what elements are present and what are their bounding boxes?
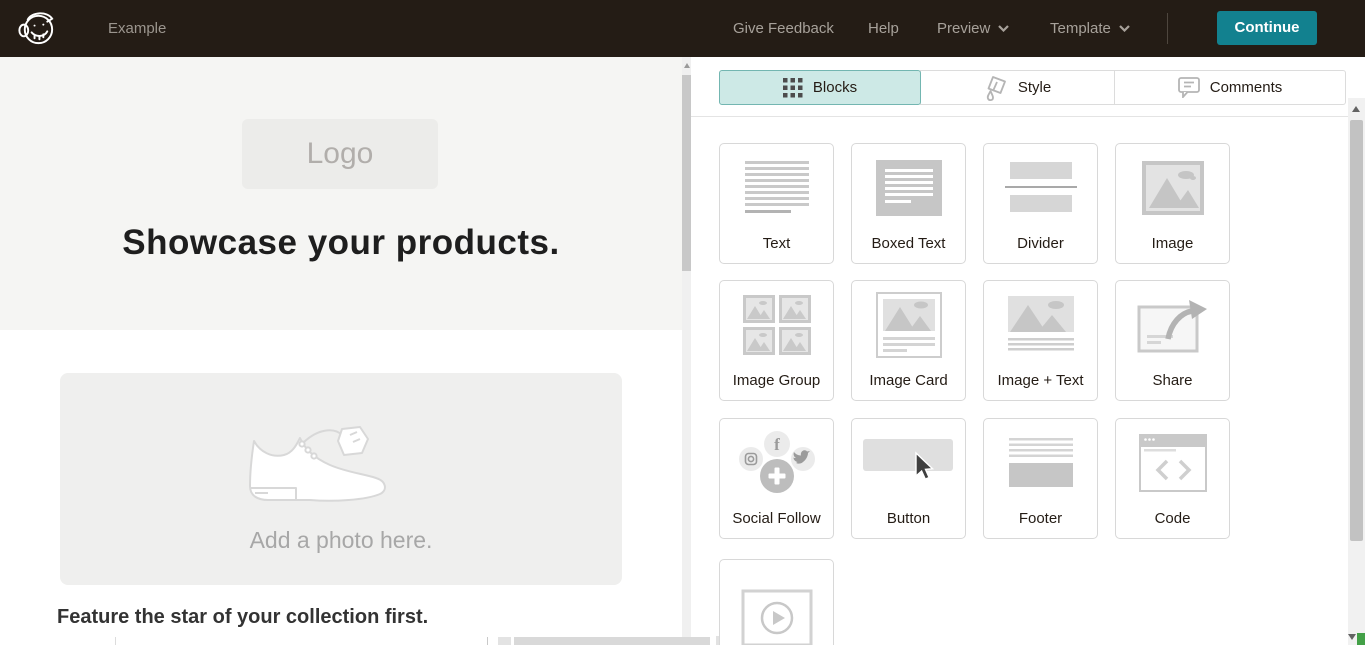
chevron-down-icon — [998, 25, 1009, 32]
code-icon — [1116, 419, 1229, 507]
editor-tabbar: Blocks Style Comments — [719, 70, 1346, 105]
block-tile-label: Social Follow — [720, 510, 833, 527]
block-tile-label: Footer — [984, 510, 1097, 527]
blocks-grid-icon — [783, 78, 803, 98]
block-tile-video[interactable] — [719, 559, 834, 645]
email-headline[interactable]: Showcase your products. — [0, 223, 682, 263]
block-tile-label: Image Card — [852, 372, 965, 389]
image-group-icon — [720, 281, 833, 369]
button-cursor-icon — [852, 419, 965, 507]
continue-button[interactable]: Continue — [1217, 11, 1317, 45]
hscroll-left-button[interactable] — [498, 637, 511, 645]
panel-scroll-up-arrow-icon[interactable] — [1352, 106, 1360, 112]
topbar: Example Give Feedback Help Preview Templ… — [0, 0, 1365, 57]
canvas-bottom-border-fragment — [115, 637, 116, 645]
block-tile-code[interactable]: Code — [1115, 418, 1230, 539]
topbar-divider — [1167, 13, 1168, 44]
green-indicator — [1357, 633, 1365, 645]
video-play-icon — [720, 574, 833, 645]
divider-icon — [984, 144, 1097, 232]
mailchimp-freddie-logo-icon[interactable] — [15, 7, 58, 50]
block-tile-divider[interactable]: Divider — [983, 143, 1098, 264]
social-follow-icon: f — [720, 419, 833, 507]
block-tile-label: Image Group — [720, 372, 833, 389]
block-tile-label: Boxed Text — [852, 235, 965, 252]
comments-bubble-icon — [1178, 77, 1200, 98]
tab-blocks[interactable]: Blocks — [719, 70, 921, 105]
block-tile-image[interactable]: Image — [1115, 143, 1230, 264]
give-feedback-link[interactable]: Give Feedback — [733, 0, 834, 57]
boxed-text-icon — [852, 144, 965, 232]
email-hero-section — [0, 57, 682, 330]
block-tile-label: Image + Text — [984, 372, 1097, 389]
help-link[interactable]: Help — [868, 0, 899, 57]
block-tile-share[interactable]: Share — [1115, 280, 1230, 401]
style-paint-icon — [984, 75, 1008, 101]
block-tile-text[interactable]: Text — [719, 143, 834, 264]
tab-label: Comments — [1210, 79, 1283, 96]
block-tile-label: Text — [720, 235, 833, 252]
share-icon — [1116, 281, 1229, 369]
template-menu[interactable]: Template — [1050, 0, 1130, 57]
chevron-down-icon — [1119, 25, 1130, 32]
hscroll-border-fragment — [487, 637, 488, 645]
hscroll-thumb[interactable] — [514, 637, 710, 645]
block-tile-image-plus-text[interactable]: Image + Text — [983, 280, 1098, 401]
block-tile-footer[interactable]: Footer — [983, 418, 1098, 539]
campaign-name: Example — [108, 0, 166, 57]
block-tile-label: Button — [852, 510, 965, 527]
footer-icon — [984, 419, 1097, 507]
shoe-illustration-icon — [238, 421, 398, 513]
image-card-icon — [852, 281, 965, 369]
panel-scrollbar-thumb[interactable] — [1350, 120, 1363, 541]
svg-text:f: f — [774, 435, 780, 454]
preview-menu[interactable]: Preview — [937, 0, 1009, 57]
image-plus-text-icon — [984, 281, 1097, 369]
tab-style[interactable]: Style — [920, 70, 1115, 105]
tab-label: Style — [1018, 79, 1051, 96]
block-tile-image-card[interactable]: Image Card — [851, 280, 966, 401]
panel-scroll-down-arrow-icon[interactable] — [1348, 634, 1356, 640]
block-tile-image-group[interactable]: Image Group — [719, 280, 834, 401]
block-tile-social-follow[interactable]: f Social Follow — [719, 418, 834, 539]
tab-comments[interactable]: Comments — [1114, 70, 1346, 105]
text-block-icon — [720, 144, 833, 232]
panel-divider — [691, 116, 1348, 117]
block-tile-boxed-text[interactable]: Boxed Text — [851, 143, 966, 264]
block-tile-label: Image — [1116, 235, 1229, 252]
photo-hint-text: Add a photo here. — [60, 527, 622, 554]
tab-label: Blocks — [813, 79, 857, 96]
section-heading[interactable]: Feature the star of your collection firs… — [57, 606, 428, 629]
email-editor-app: Example Give Feedback Help Preview Templ… — [0, 0, 1365, 645]
block-tile-label: Share — [1116, 372, 1229, 389]
canvas-scroll-up-arrow-icon[interactable] — [684, 63, 690, 68]
block-tile-button[interactable]: Button — [851, 418, 966, 539]
logo-placeholder[interactable]: Logo — [242, 119, 438, 189]
block-tile-label: Divider — [984, 235, 1097, 252]
image-icon — [1116, 144, 1229, 232]
canvas-scrollbar-thumb[interactable] — [682, 75, 691, 271]
block-tile-label: Code — [1116, 510, 1229, 527]
